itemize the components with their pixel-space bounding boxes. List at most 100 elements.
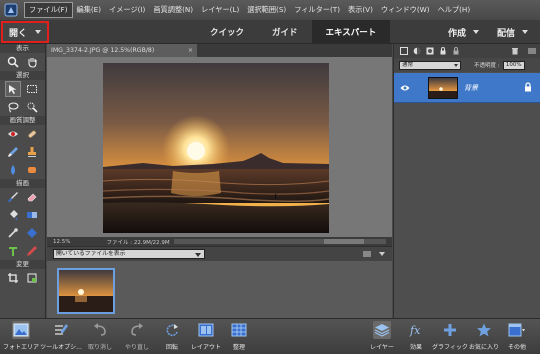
lock-icon — [525, 82, 531, 92]
blur-tool-icon[interactable] — [5, 162, 21, 178]
favorites-label: お気に入り — [468, 344, 499, 351]
layer-options: 通常 不透明度 : 100% — [394, 58, 540, 72]
menu-bar: ファイル(F) 編集(E) イメージ(I) 画質調整(N) レイヤー(L) 選択… — [0, 0, 540, 20]
photo-bin-thumbnail[interactable] — [57, 268, 115, 314]
star-icon — [475, 321, 493, 339]
hand-tool-icon[interactable] — [24, 54, 40, 70]
app-icon[interactable] — [3, 3, 18, 18]
undo-icon — [91, 321, 109, 339]
toolbox-section-modify: 変更 — [0, 260, 45, 269]
toolbox-section-select: 選択 — [0, 71, 45, 80]
paint-bucket-tool-icon[interactable] — [5, 207, 21, 223]
layers-toolbar — [394, 44, 540, 58]
quick-selection-tool-icon[interactable] — [24, 99, 40, 115]
clone-stamp-tool-icon[interactable] — [24, 144, 40, 160]
menu-help[interactable]: ヘルプ(H) — [434, 3, 475, 17]
open-button[interactable]: 開く — [1, 21, 49, 43]
graphics-label: グラフィック — [432, 344, 468, 351]
layers-panel: 通常 不透明度 : 100% 背景 — [393, 44, 540, 318]
more-button[interactable]: その他 — [497, 321, 537, 351]
close-icon[interactable]: × — [188, 44, 193, 57]
recompose-tool-icon[interactable] — [24, 270, 40, 286]
photo-bin-button[interactable]: フォトエリア — [1, 321, 41, 351]
organizer-button[interactable]: 整理 — [219, 321, 259, 351]
layers-label: レイヤー — [370, 344, 394, 351]
undo-label: 取り消し — [87, 344, 112, 351]
show-files-select[interactable]: 開いているファイルを表示 — [53, 249, 205, 259]
layer-mask-icon[interactable] — [426, 47, 434, 55]
redo-button[interactable]: やり直し — [117, 321, 157, 351]
menu-icon[interactable] — [362, 250, 372, 258]
effects-icon: fx — [407, 321, 425, 339]
create-button-label: 作成 — [448, 28, 467, 39]
eraser-tool-icon[interactable] — [24, 189, 40, 205]
redo-label: やり直し — [124, 344, 149, 351]
blend-mode-select[interactable]: 通常 — [399, 60, 461, 70]
tab-quick[interactable]: クイック — [196, 20, 258, 44]
gradient-tool-icon[interactable] — [24, 207, 40, 223]
chevron-down-icon — [522, 30, 529, 34]
rotate-icon — [163, 321, 181, 339]
new-layer-icon[interactable] — [400, 47, 408, 55]
sunset-photo — [103, 63, 329, 233]
layout-icon — [197, 321, 215, 339]
panel-menu-icon[interactable] — [528, 47, 536, 55]
sponge-tool-icon[interactable] — [24, 162, 40, 178]
smart-brush-tool-icon[interactable] — [5, 144, 21, 160]
marquee-tool-icon[interactable] — [24, 81, 40, 97]
svg-text:fx: fx — [409, 324, 421, 337]
tab-expert[interactable]: エキスパート — [311, 20, 391, 44]
lock-all-icon[interactable] — [452, 47, 460, 55]
menu-window[interactable]: ウィンドウ(W) — [377, 3, 434, 17]
tab-guided[interactable]: ガイド — [258, 20, 312, 44]
scrollbar-thumb[interactable] — [323, 239, 364, 244]
photo-bin-bar: 開いているファイルを表示 — [47, 246, 392, 261]
bottom-bar: フォトエリア ツールオプシ... 取り消し やり直し 回転 レイアウト 整理 レ… — [0, 318, 540, 354]
canvas-area[interactable] — [47, 57, 392, 237]
type-tool-icon[interactable] — [5, 243, 21, 259]
more-panel-icon — [508, 321, 526, 339]
zoom-tool-icon[interactable] — [5, 54, 21, 70]
eye-icon[interactable] — [400, 84, 410, 92]
document-tab[interactable]: IMG_3374-2.JPG @ 12.5%(RGB/8) × — [47, 44, 197, 57]
file-size-status: ファイル : 22.9M/22.9M — [106, 239, 170, 246]
healing-brush-tool-icon[interactable] — [24, 126, 40, 142]
menu-select[interactable]: 選択範囲(S) — [243, 3, 290, 17]
red-eye-tool-icon[interactable] — [5, 126, 21, 142]
chevron-down-icon[interactable] — [378, 250, 386, 258]
menu-filter[interactable]: フィルター(T) — [290, 3, 344, 17]
share-button[interactable]: 配信 — [497, 20, 529, 44]
opacity-field[interactable]: 100% — [502, 60, 525, 70]
adjustment-layer-icon[interactable] — [413, 47, 421, 55]
lock-icon[interactable] — [439, 47, 447, 55]
rotate-label: 回転 — [165, 344, 178, 351]
lasso-tool-icon[interactable] — [5, 99, 21, 115]
open-button-label: 開く — [9, 28, 28, 39]
custom-shape-tool-icon[interactable] — [24, 225, 40, 241]
menu-enhance[interactable]: 画質調整(N) — [149, 3, 197, 17]
brush-tool-icon[interactable] — [5, 189, 21, 205]
redo-icon — [128, 321, 146, 339]
toolbox-section-view: 表示 — [0, 44, 45, 53]
show-files-select-value: 開いているファイルを表示 — [56, 251, 126, 257]
pencil-tool-icon[interactable] — [24, 243, 40, 259]
plus-icon — [441, 321, 459, 339]
eyedropper-tool-icon[interactable] — [5, 225, 21, 241]
more-label: その他 — [507, 344, 526, 351]
horizontal-scrollbar[interactable] — [173, 239, 386, 244]
trash-icon[interactable] — [511, 47, 519, 55]
move-tool-icon[interactable] — [4, 81, 21, 97]
undo-button[interactable]: 取り消し — [80, 321, 120, 351]
opacity-label: 不透明度 : — [474, 63, 500, 69]
layout-label: レイアウト — [190, 344, 221, 351]
create-button[interactable]: 作成 — [448, 20, 480, 44]
layer-row-background[interactable]: 背景 — [394, 73, 540, 103]
tool-options-button[interactable]: ツールオプシ... — [40, 321, 82, 351]
menu-view[interactable]: 表示(V) — [344, 3, 377, 17]
menu-file[interactable]: ファイル(F) — [24, 2, 73, 18]
crop-tool-icon[interactable] — [5, 270, 21, 286]
menu-layer[interactable]: レイヤー(L) — [197, 3, 243, 17]
menu-edit[interactable]: 編集(E) — [73, 3, 106, 17]
tool-options-label: ツールオプシ... — [40, 344, 82, 351]
menu-image[interactable]: イメージ(I) — [105, 3, 149, 17]
